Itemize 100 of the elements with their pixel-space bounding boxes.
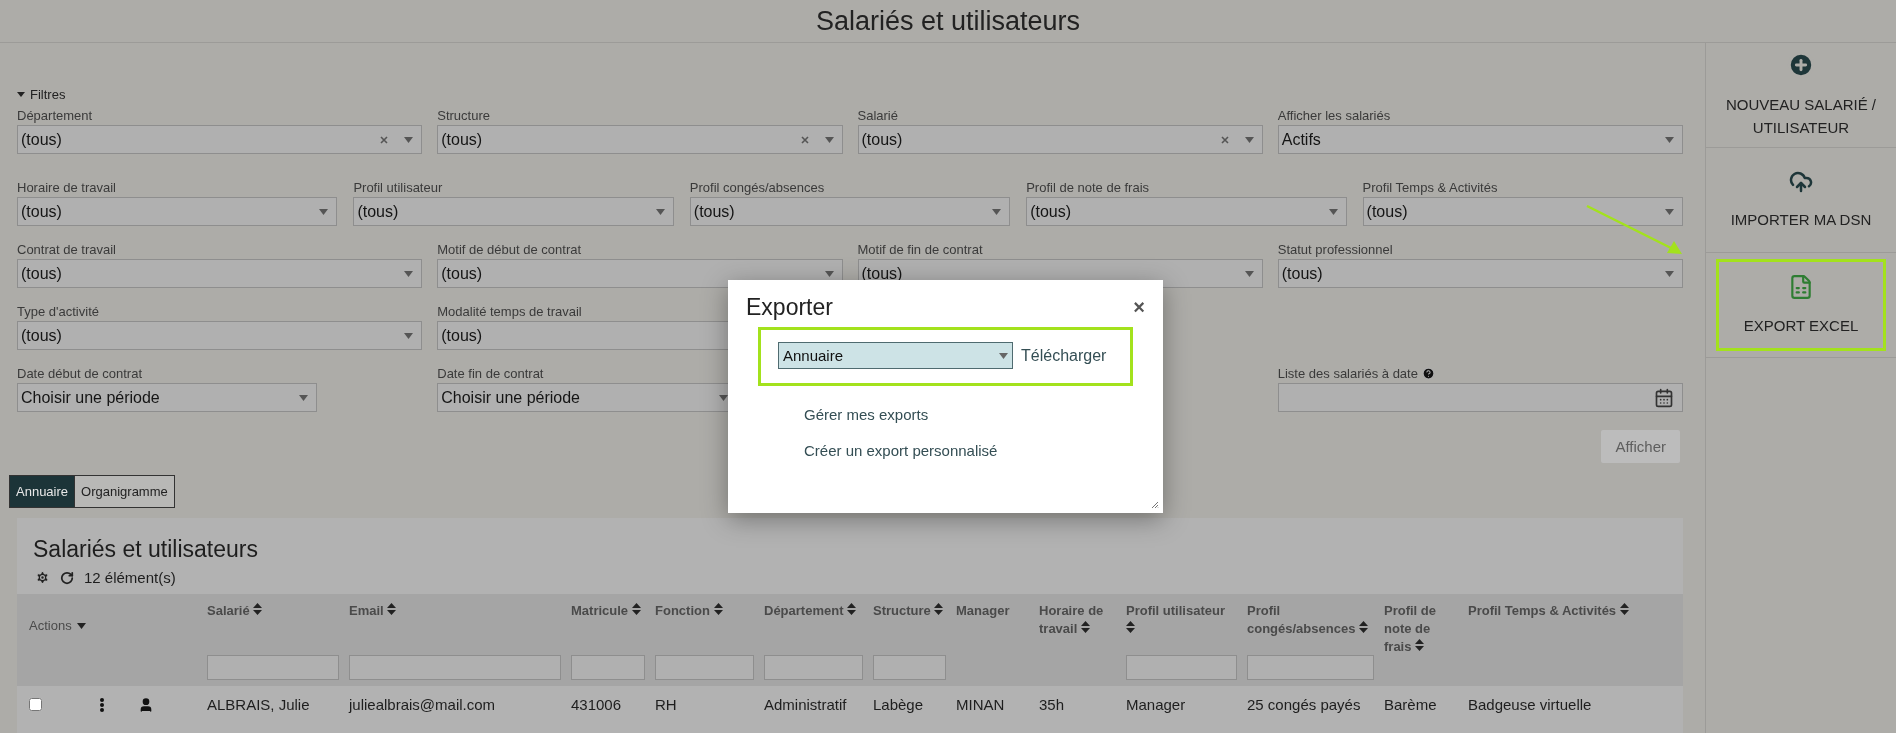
dropdown-field[interactable]: (tous) bbox=[17, 197, 338, 226]
side-action-button[interactable]: NOUVEAU SALARIÉ / UTILISATEUR bbox=[1706, 43, 1896, 147]
column-header[interactable]: Département bbox=[764, 602, 863, 620]
view-tab[interactable]: Annuaire bbox=[10, 476, 75, 507]
field-label: Structure bbox=[437, 108, 490, 122]
dropdown-field[interactable]: (tous) bbox=[1026, 197, 1347, 226]
refresh-icon[interactable] bbox=[60, 570, 74, 585]
dropdown-field[interactable]: (tous) bbox=[1277, 259, 1683, 288]
dropdown-field[interactable]: (tous) bbox=[17, 259, 423, 288]
dropdown-field[interactable]: (tous) bbox=[689, 197, 1011, 226]
column-header[interactable]: Salarié bbox=[207, 602, 339, 620]
column-header[interactable]: Profil congés/absences bbox=[1247, 602, 1374, 638]
calendar-icon[interactable] bbox=[1654, 387, 1674, 408]
caret-icon bbox=[404, 136, 414, 143]
column-filter-field[interactable] bbox=[1247, 655, 1374, 680]
settings-icon[interactable] bbox=[35, 570, 50, 585]
download-link[interactable]: Télécharger bbox=[1021, 346, 1107, 365]
plus-icon bbox=[1787, 51, 1815, 79]
field-label: Profil congés/absences bbox=[689, 180, 825, 194]
help-icon[interactable] bbox=[1421, 366, 1435, 380]
table-cell-text: Labège bbox=[873, 696, 925, 713]
clear-icon[interactable] bbox=[380, 135, 389, 144]
sort-icon[interactable] bbox=[253, 603, 263, 615]
column-header[interactable]: Structure bbox=[873, 602, 946, 620]
column-header[interactable]: Profil Temps & Activités bbox=[1468, 602, 1673, 620]
dropdown-field[interactable]: (tous) bbox=[1362, 197, 1683, 226]
column-header[interactable]: Profil de note de frais bbox=[1384, 602, 1458, 656]
sort-icon[interactable] bbox=[934, 603, 944, 615]
sort-icon[interactable] bbox=[387, 603, 397, 615]
column-filter-field[interactable] bbox=[655, 655, 754, 680]
field-label: Profil Temps & Activités bbox=[1362, 180, 1498, 194]
dropdown-field[interactable]: Actifs bbox=[1277, 125, 1683, 154]
view-tab[interactable]: Organigramme bbox=[74, 476, 174, 507]
caret-icon bbox=[1665, 136, 1674, 143]
button-label: EXPORT EXCEL bbox=[1743, 315, 1859, 336]
dropdown-field[interactable]: (tous) bbox=[353, 197, 674, 226]
sort-icon[interactable] bbox=[1080, 621, 1090, 633]
dropdown-field[interactable]: (tous) bbox=[857, 125, 1263, 154]
button-label: IMPORTER MA DSN bbox=[1730, 209, 1872, 230]
column-filter-field[interactable] bbox=[1126, 655, 1237, 680]
column-header[interactable]: Matricule bbox=[571, 602, 645, 620]
column-header[interactable]: Fonction bbox=[655, 602, 754, 620]
dropdown-field[interactable]: (tous) bbox=[437, 125, 843, 154]
column-header[interactable]: Email bbox=[349, 602, 561, 620]
side-action-button[interactable]: IMPORTER MA DSN bbox=[1706, 148, 1896, 252]
field-label: Type d'activité bbox=[17, 304, 99, 318]
table-cell-text: ALBRAIS, Julie bbox=[207, 696, 311, 713]
field-label: Profil utilisateur bbox=[353, 180, 443, 194]
caret-icon bbox=[404, 270, 414, 277]
more-options-icon[interactable] bbox=[100, 697, 104, 712]
actions-menu[interactable]: Actions bbox=[29, 618, 197, 633]
column-header[interactable]: Manager bbox=[956, 602, 1029, 620]
sort-icon[interactable] bbox=[1126, 621, 1135, 633]
sort-icon[interactable] bbox=[1359, 621, 1368, 633]
sort-icon[interactable] bbox=[631, 603, 641, 615]
column-filter-field[interactable] bbox=[764, 655, 863, 680]
table-cell-text: Manager bbox=[1126, 696, 1187, 713]
dialog-link[interactable]: Créer un export personnalisé bbox=[804, 442, 1145, 459]
dropdown-field[interactable]: (tous) bbox=[17, 125, 423, 154]
resize-grip-icon[interactable] bbox=[1151, 501, 1159, 509]
dropdown-field[interactable]: (tous) bbox=[17, 321, 423, 350]
table-cell-text: juliealbrais@mail.com bbox=[349, 696, 497, 713]
dropdown-field[interactable]: (tous) bbox=[437, 259, 843, 288]
caret-icon bbox=[1244, 136, 1254, 143]
row-checkbox[interactable] bbox=[29, 698, 42, 711]
field-label: Date début de contrat bbox=[17, 366, 143, 380]
column-filter-field[interactable] bbox=[873, 655, 946, 680]
column-filter-field[interactable] bbox=[207, 655, 339, 680]
sort-icon[interactable] bbox=[1415, 639, 1425, 651]
field-label: Statut professionnel bbox=[1277, 242, 1393, 256]
clear-icon[interactable] bbox=[1220, 135, 1229, 144]
field-label: Département bbox=[17, 108, 93, 122]
caret-icon bbox=[298, 394, 308, 401]
caret-icon bbox=[1328, 208, 1338, 215]
column-filter-field[interactable] bbox=[349, 655, 561, 680]
caret-icon bbox=[1665, 208, 1674, 215]
cloud-upload-icon bbox=[1789, 169, 1813, 194]
dialog-link[interactable]: Gérer mes exports bbox=[804, 406, 1145, 423]
caret-icon bbox=[76, 622, 86, 629]
caret-icon bbox=[404, 332, 414, 339]
sort-icon[interactable] bbox=[713, 603, 723, 615]
field-label: Afficher les salariés bbox=[1277, 108, 1391, 122]
column-filter-field[interactable] bbox=[571, 655, 645, 680]
filters-toggle[interactable]: Filtres bbox=[17, 87, 1683, 102]
side-action-button[interactable]: EXPORT EXCEL bbox=[1716, 259, 1886, 351]
table-title: Salariés et utilisateurs bbox=[33, 536, 259, 563]
person-icon[interactable] bbox=[138, 696, 154, 713]
sort-icon[interactable] bbox=[847, 603, 857, 615]
field-label: Horaire de travail bbox=[17, 180, 116, 194]
export-select[interactable]: Annuaire bbox=[778, 342, 1013, 369]
column-header[interactable]: Horaire de travail bbox=[1039, 602, 1116, 638]
sort-icon[interactable] bbox=[1619, 603, 1629, 615]
caret-icon bbox=[655, 208, 665, 215]
close-button[interactable]: × bbox=[1133, 296, 1145, 319]
caret-icon bbox=[1244, 270, 1254, 277]
field-label: Liste des salariés à date bbox=[1277, 366, 1435, 380]
clear-icon[interactable] bbox=[800, 135, 809, 144]
dropdown-field[interactable]: Choisir une période bbox=[17, 383, 317, 412]
column-header[interactable]: Profil utilisateur bbox=[1126, 602, 1237, 638]
date-field[interactable] bbox=[1277, 383, 1683, 412]
